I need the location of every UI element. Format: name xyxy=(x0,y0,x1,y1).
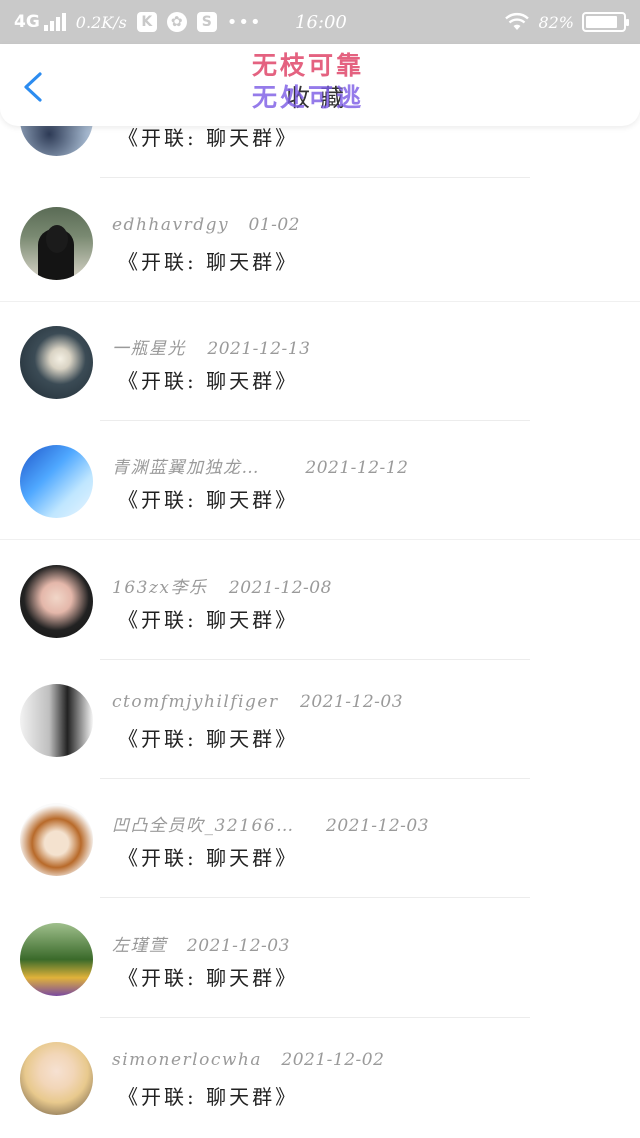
item-message: 《开联: 聊天群》 xyxy=(118,488,299,512)
divider xyxy=(100,176,530,178)
item-message: 《开联: 聊天群》 xyxy=(118,727,299,751)
avatar xyxy=(20,1042,93,1115)
item-name: edhhavrdgy xyxy=(112,215,230,235)
avatar xyxy=(20,684,93,757)
list-item[interactable]: ctomfmjyhilfiger 2021-12-03 《开联: 聊天群》 xyxy=(0,659,640,779)
clock: 16:00 xyxy=(295,11,347,33)
item-message: 《开联: 聊天群》 xyxy=(118,1085,299,1109)
avatar xyxy=(20,923,93,996)
item-name: 左瑾萱 xyxy=(112,936,168,956)
item-date: 2021-12-12 xyxy=(305,458,409,478)
item-meta: 凹凸全员吹_32166… 2021-12-03 xyxy=(112,811,429,836)
item-meta: simonerlocwha 2021-12-02 xyxy=(112,1050,384,1070)
item-message: 《开联: 聊天群》 xyxy=(118,608,299,632)
item-meta: ctomfmjyhilfiger 2021-12-03 xyxy=(112,692,403,712)
item-message: 《开联: 聊天群》 xyxy=(118,966,299,990)
list-item[interactable]: 163zx李乐 2021-12-08 《开联: 聊天群》 xyxy=(0,540,640,660)
network-type: 4G xyxy=(14,12,40,32)
list-item[interactable]: edhhavrdgy 01-02 《开联: 聊天群》 xyxy=(0,182,640,302)
item-meta: 左瑾萱 2021-12-03 xyxy=(112,931,290,956)
avatar xyxy=(20,803,93,876)
item-name: 青渊蓝翼加独龙… xyxy=(112,458,260,478)
avatar xyxy=(20,326,93,399)
item-message: 《开联: 聊天群》 xyxy=(118,126,299,150)
item-name: 一瓶星光 xyxy=(112,339,186,359)
watermark-text: 无枝可靠 xyxy=(252,51,365,80)
nav-header: 收藏 无枝可靠 无处可逃 xyxy=(0,44,640,126)
item-meta: 青渊蓝翼加独龙… 2021-12-12 xyxy=(112,453,408,478)
notification-icon: ✿ xyxy=(166,12,187,32)
item-date: 2021-12-08 xyxy=(228,578,332,598)
item-name: 凹凸全员吹_32166… xyxy=(112,816,295,836)
item-name: 163zx李乐 xyxy=(112,578,208,598)
list-item[interactable]: 左瑾萱 2021-12-03 《开联: 聊天群》 xyxy=(0,898,640,1018)
item-meta: 163zx李乐 2021-12-08 xyxy=(112,573,332,598)
item-date: 2021-12-03 xyxy=(186,936,290,956)
network-indicator: 4G xyxy=(14,12,66,32)
item-date: 2021-12-02 xyxy=(281,1050,385,1070)
avatar xyxy=(20,565,93,638)
list-item[interactable]: simonerlocwha 2021-12-02 《开联: 聊天群》 xyxy=(0,1017,640,1137)
item-message: 《开联: 聊天群》 xyxy=(118,250,299,274)
item-message: 《开联: 聊天群》 xyxy=(118,846,299,870)
more-notifications-icon: ••• xyxy=(226,11,262,33)
item-name: ctomfmjyhilfiger xyxy=(112,692,279,712)
item-date: 2021-12-13 xyxy=(207,339,311,359)
item-name: simonerlocwha xyxy=(112,1050,262,1070)
list-item[interactable]: 凹凸全员吹_32166… 2021-12-03 《开联: 聊天群》 xyxy=(0,778,640,898)
watermark-text: 无处可逃 xyxy=(252,83,365,112)
avatar xyxy=(20,207,93,280)
item-date: 2021-12-03 xyxy=(326,816,430,836)
item-date: 2021-12-03 xyxy=(300,692,404,712)
item-message: 《开联: 聊天群》 xyxy=(118,369,299,393)
app-notification-icon-2: S xyxy=(196,12,217,32)
list-item[interactable]: 一瓶星光 2021-12-13 《开联: 聊天群》 xyxy=(0,301,640,421)
status-bar: 4G 0.2K/s K ✿ S ••• 16:00 82% xyxy=(0,0,640,44)
battery-percent: 82% xyxy=(538,12,574,32)
signal-icon xyxy=(43,13,66,31)
battery-icon xyxy=(582,12,629,32)
network-speed: 0.2K/s xyxy=(75,12,127,32)
app-notification-icon: K xyxy=(136,12,157,32)
list-item[interactable]: 青渊蓝翼加独龙… 2021-12-12 《开联: 聊天群》 xyxy=(0,420,640,540)
item-date: 01-02 xyxy=(248,215,300,235)
wifi-icon xyxy=(505,12,530,30)
item-meta: 一瓶星光 2021-12-13 xyxy=(112,334,310,359)
avatar xyxy=(20,445,93,518)
item-meta: edhhavrdgy 01-02 xyxy=(112,215,300,235)
